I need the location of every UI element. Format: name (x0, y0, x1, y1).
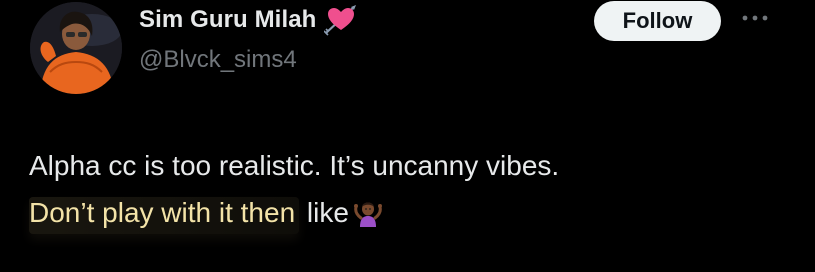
author-name-row: Sim Guru Milah (139, 3, 358, 37)
avatar[interactable] (30, 2, 122, 94)
heart-with-arrow-icon (323, 3, 358, 37)
tweet-text: Alpha cc is too realistic. It’s uncanny … (29, 142, 799, 236)
highlighted-text: Don’t play with it then (29, 197, 300, 234)
tweet-line-2-rest: like (299, 197, 349, 228)
tweet-line-1: Alpha cc is too realistic. It’s uncanny … (29, 150, 560, 181)
person-shrugging-icon (353, 194, 383, 227)
follow-button[interactable]: Follow (594, 1, 721, 41)
tweet-line-2: Don’t play with it then like (29, 189, 799, 236)
author-handle[interactable]: @Blvck_sims4 (139, 46, 297, 74)
avatar-image (30, 2, 122, 94)
author-display-name[interactable]: Sim Guru Milah (139, 6, 316, 34)
more-horizontal-icon[interactable] (740, 8, 770, 28)
